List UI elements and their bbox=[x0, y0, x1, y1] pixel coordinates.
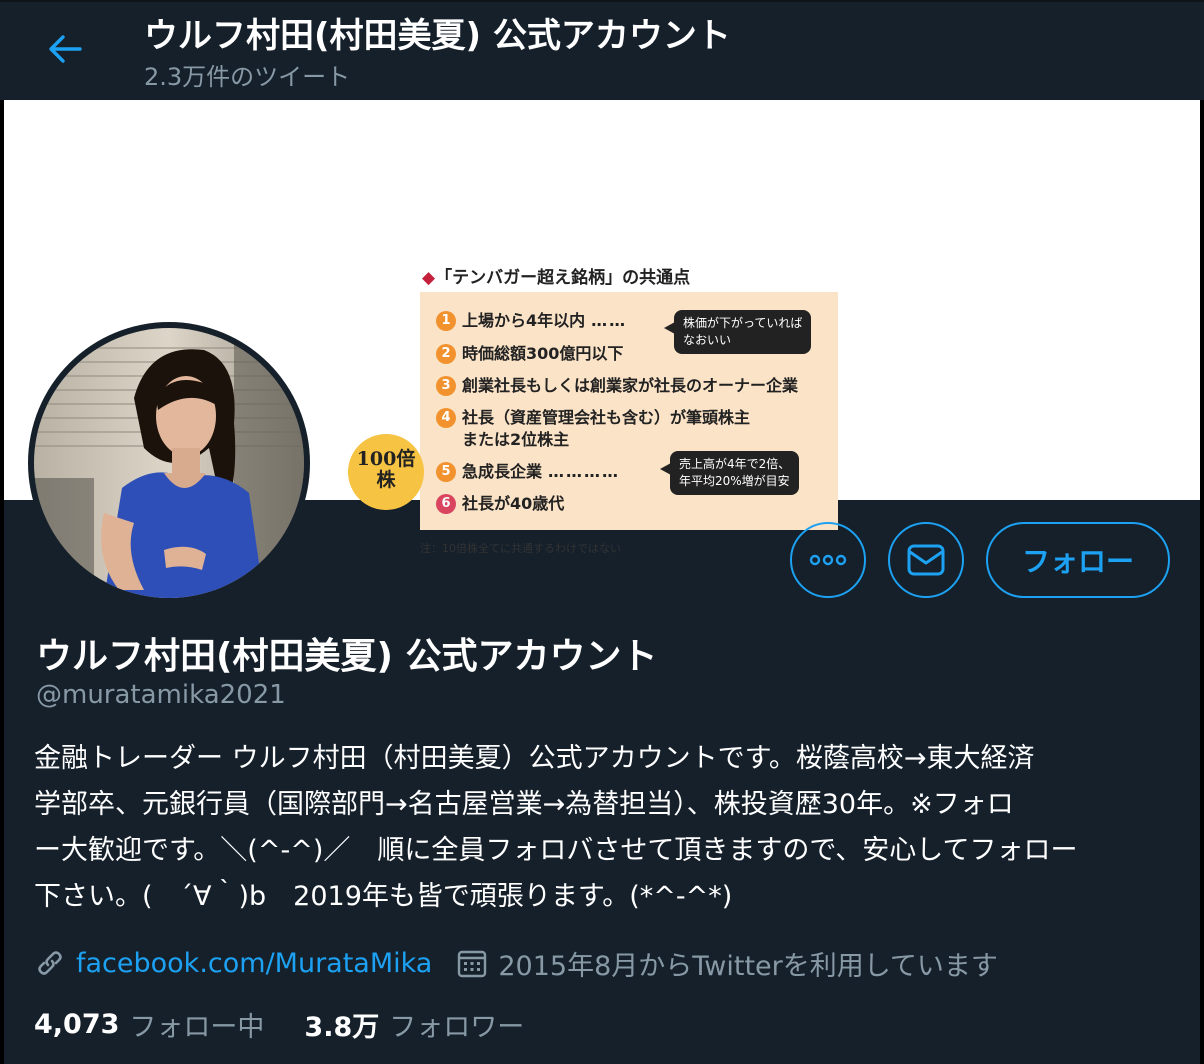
infographic-item-6: 6 社長が40歳代 bbox=[436, 493, 564, 515]
infographic-note: 注：10倍株全てに共通するわけではない bbox=[420, 542, 621, 555]
back-button[interactable] bbox=[44, 28, 86, 70]
joined-date: 2015年8月からTwitterを利用しています bbox=[498, 950, 998, 982]
infographic-title: ◆「テンバガー超え銘柄」の共通点 bbox=[422, 263, 690, 288]
profile-bio: 金融トレーダー ウルフ村田（村田美夏）公式アカウントです。桜蔭高校→東大経済 学… bbox=[34, 736, 1174, 920]
following-count: 4,073 bbox=[34, 1008, 120, 1040]
arrow-left-icon bbox=[49, 35, 82, 63]
bubble-line: 株価が下がっていれば bbox=[683, 316, 803, 330]
leader-dots: …… bbox=[591, 311, 628, 330]
infographic-item-text: 社長が40歳代 bbox=[462, 494, 565, 513]
bio-line: 下さい。( ´∀｀)b 2019年も皆で頑張ります。(*^-^*) bbox=[34, 881, 733, 912]
calendar-icon bbox=[456, 947, 488, 979]
number-badge: 2 bbox=[436, 344, 456, 364]
header-title: ウルフ村田(村田美夏) 公式アカウント bbox=[144, 16, 731, 56]
infographic-item-4: 4 社長（資産管理会社も含む）が筆頭株主 または2位株主 bbox=[436, 407, 750, 451]
infographic-item-text: 急成長企業 bbox=[462, 462, 543, 481]
bio-line: 金融トレーダー ウルフ村田（村田美夏）公式アカウントです。桜蔭高校→東大経済 bbox=[34, 743, 1035, 774]
profile-handle: @muratamika2021 bbox=[36, 680, 286, 710]
number-badge: 4 bbox=[436, 408, 456, 428]
more-button[interactable] bbox=[790, 522, 866, 598]
profile-stats: 4,073 フォロー中 3.8万 フォロワー bbox=[34, 1004, 524, 1044]
followers-stat[interactable]: 3.8万 フォロワー bbox=[304, 1005, 524, 1044]
infographic-item-text: 社長（資産管理会社も含む）が筆頭株主 bbox=[462, 408, 751, 427]
number-badge: 6 bbox=[436, 494, 456, 514]
profile-name: ウルフ村田(村田美夏) 公式アカウント bbox=[36, 636, 658, 677]
message-button[interactable] bbox=[888, 522, 964, 598]
infographic-item-text: 創業社長もしくは創業家が社長のオーナー企業 bbox=[462, 376, 799, 395]
number-badge: 5 bbox=[436, 462, 456, 482]
infographic-item-1: 1 上場から4年以内 …… bbox=[436, 310, 627, 332]
profile-meta: facebook.com/MurataMika 2015年8月からTwitter… bbox=[34, 940, 998, 986]
number-badge: 3 bbox=[436, 376, 456, 396]
speech-bubble: 株価が下がっていれば なおいい bbox=[663, 310, 812, 354]
infographic-item-text-2: または2位株主 bbox=[462, 430, 570, 449]
bubble-line: 売上高が4年で2倍、 bbox=[679, 457, 791, 471]
tweet-count: 2.3万件のツイート bbox=[144, 63, 351, 91]
follow-button[interactable]: フォロー bbox=[986, 522, 1170, 598]
bio-line: 学部卒、元銀行員（国際部門→名古屋営業→為替担当）、株投資歴30年。※フォロ bbox=[34, 789, 1014, 820]
bubble-line: 年平均20%増が目安 bbox=[679, 474, 790, 488]
hundred-bagger-badge: 100倍 株 bbox=[348, 434, 424, 510]
bio-line: ー大歓迎です。＼(^-^)／ 順に全員フォロバさせて頂きますので、安心してフォロ… bbox=[34, 835, 1078, 866]
number-badge: 1 bbox=[436, 311, 456, 331]
followers-count: 3.8万 bbox=[304, 1011, 380, 1043]
diamond-marker: ◆ bbox=[422, 268, 436, 288]
following-label: フォロー中 bbox=[129, 1011, 265, 1043]
infographic-title-text: 「テンバガー超え銘柄」の共通点 bbox=[435, 268, 691, 288]
envelope-icon bbox=[907, 544, 945, 576]
speech-bubble: 売上高が4年で2倍、 年平均20%増が目安 bbox=[659, 451, 800, 495]
infographic-item-text: 時価総額300億円以下 bbox=[462, 344, 624, 363]
avatar-photo bbox=[34, 328, 304, 598]
bubble-line: なおいい bbox=[683, 333, 732, 347]
infographic-item-2: 2 時価総額300億円以下 bbox=[436, 343, 623, 365]
profile-header: ウルフ村田(村田美夏) 公式アカウント 2.3万件のツイート bbox=[0, 0, 1204, 100]
followers-label: フォロワー bbox=[389, 1011, 525, 1043]
infographic-item-text: 上場から4年以内 bbox=[462, 311, 586, 330]
link-icon bbox=[38, 951, 62, 975]
profile-link[interactable]: facebook.com/MurataMika bbox=[76, 948, 432, 979]
following-stat[interactable]: 4,073 フォロー中 bbox=[34, 1005, 264, 1044]
infographic-item-5: 5 急成長企業 ………… bbox=[436, 461, 620, 483]
more-dots-icon bbox=[809, 554, 847, 566]
leader-dots: ………… bbox=[548, 462, 621, 481]
infographic-item-3: 3 創業社長もしくは創業家が社長のオーナー企業 bbox=[436, 375, 798, 397]
avatar[interactable] bbox=[28, 322, 310, 604]
badge-line: 100倍 bbox=[356, 448, 416, 470]
badge-line: 株 bbox=[376, 469, 396, 491]
